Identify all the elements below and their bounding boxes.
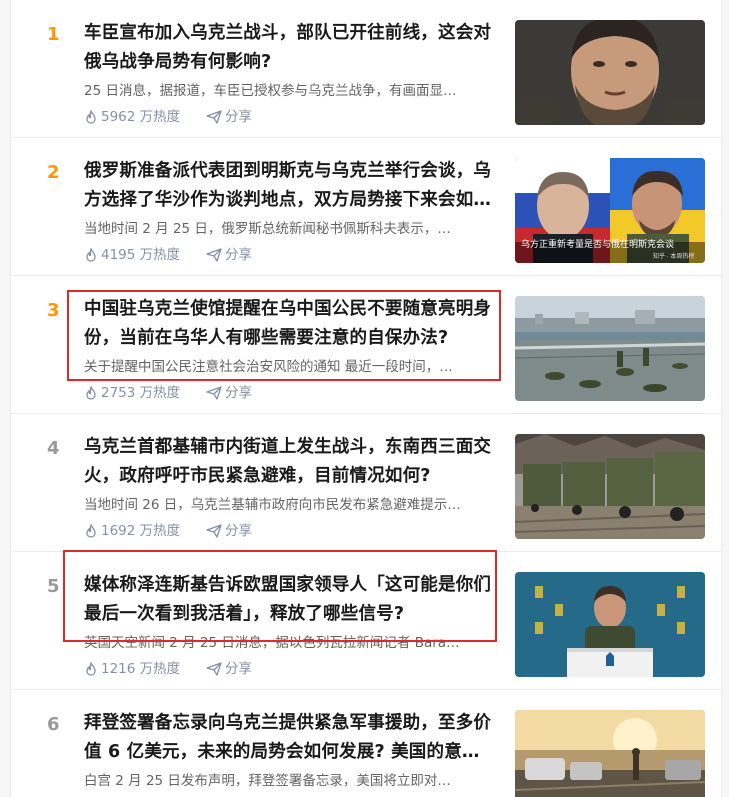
flame-icon (86, 662, 96, 676)
flame-icon (86, 386, 96, 400)
heat-stat: 4195 万热度 (84, 245, 206, 265)
share-button[interactable]: 分享 (206, 659, 252, 679)
road-sunset-thumbnail[interactable] (515, 710, 705, 797)
rank-number: 6 (47, 714, 60, 735)
item-meta: 2753 万热度 分享 (84, 383, 252, 403)
share-label: 分享 (225, 523, 252, 539)
rank-number: 4 (47, 438, 60, 459)
item-excerpt: 英国天空新闻 2 月 25 日消息，据以色列瓦拉新闻记者 Bara… (84, 635, 460, 651)
item-title[interactable]: 媒体称泽连斯基告诉欧盟国家领导人「这可能是你们最后一次看到我活着」，释放了哪些信… (84, 571, 504, 629)
flame-icon (86, 524, 96, 538)
thumb-watermark: 知乎 · 本周热榜 (653, 252, 694, 260)
item-meta: 1216 万热度 分享 (84, 659, 252, 679)
heat-value: 4195 万热度 (101, 247, 181, 263)
rank-number: 3 (47, 300, 60, 321)
soldiers-bridge-thumbnail[interactable] (515, 296, 705, 401)
heat-stat: 1216 万热度 (84, 659, 206, 679)
paper-plane-icon (206, 386, 222, 400)
paper-plane-icon (206, 248, 222, 262)
heat-stat: 2753 万热度 (84, 383, 206, 403)
heat-value: 2753 万热度 (101, 385, 181, 401)
item-title[interactable]: 乌克兰首都基辅市内街道上发生战斗，东南西三面交火，政府呼吁市民紧急避难，目前情况… (84, 433, 504, 491)
share-button[interactable]: 分享 (206, 383, 252, 403)
item-meta: 5962 万热度 分享 (84, 107, 252, 127)
item-excerpt: 25 日消息，据报道，车臣已授权参与乌克兰战争，有画面显… (84, 83, 457, 99)
list-item[interactable]: 5 媒体称泽连斯基告诉欧盟国家领导人「这可能是你们最后一次看到我活着」，释放了哪… (11, 552, 721, 690)
thumb-caption: 乌方正重新考量是否与俄在明斯克会谈 (521, 238, 674, 249)
heat-stat: 5962 万热度 (84, 107, 206, 127)
heat-value: 1692 万热度 (101, 523, 181, 539)
list-item[interactable]: 3 中国驻乌克兰使馆提醒在乌中国公民不要随意亮明身份，当前在乌华人有哪些需要注意… (11, 276, 721, 414)
item-title[interactable]: 拜登签署备忘录向乌克兰提供紧急军事援助，至多价值 6 亿美元，未来的局势会如何发… (84, 709, 504, 767)
share-label: 分享 (225, 385, 252, 401)
flame-icon (86, 110, 96, 124)
share-label: 分享 (225, 109, 252, 125)
flame-icon (86, 248, 96, 262)
list-item[interactable]: 2 俄罗斯准备派代表团到明斯克与乌克兰举行会谈，乌方选择了华沙作为谈判地点，双方… (11, 138, 721, 276)
share-label: 分享 (225, 661, 252, 677)
item-excerpt: 关于提醒中国公民注意社会治安风险的通知 最近一段时间，… (84, 359, 453, 375)
rank-number: 1 (47, 24, 60, 45)
item-excerpt: 当地时间 26 日，乌克兰基辅市政府向市民发布紧急避难提示… (84, 497, 461, 513)
two-leaders-thumbnail[interactable]: 乌方正重新考量是否与俄在明斯克会谈 知乎 · 本周热榜 (515, 158, 705, 263)
rank-number: 2 (47, 162, 60, 183)
list-item[interactable]: 6 拜登签署备忘录向乌克兰提供紧急军事援助，至多价值 6 亿美元，未来的局势会如… (11, 690, 721, 797)
item-excerpt: 白宫 2 月 25 日发布声明，拜登签署备忘录，美国将立即对… (84, 773, 451, 789)
heat-stat: 1692 万热度 (84, 521, 206, 541)
item-title[interactable]: 车臣宣布加入乌克兰战斗，部队已开往前线，这会对俄乌战争局势有何影响? (84, 19, 504, 77)
man-portrait-thumbnail[interactable] (515, 20, 705, 125)
share-label: 分享 (225, 247, 252, 263)
paper-plane-icon (206, 110, 222, 124)
share-button[interactable]: 分享 (206, 521, 252, 541)
paper-plane-icon (206, 662, 222, 676)
item-meta: 1692 万热度 分享 (84, 521, 252, 541)
rank-number: 5 (47, 576, 60, 597)
list-item[interactable]: 4 乌克兰首都基辅市内街道上发生战斗，东南西三面交火，政府呼吁市民紧急避难，目前… (11, 414, 721, 552)
share-button[interactable]: 分享 (206, 245, 252, 265)
military-trucks-thumbnail[interactable] (515, 434, 705, 539)
heat-value: 1216 万热度 (101, 661, 181, 677)
share-button[interactable]: 分享 (206, 107, 252, 127)
paper-plane-icon (206, 524, 222, 538)
speaker-podium-thumbnail[interactable] (515, 572, 705, 677)
hot-list: 1 车臣宣布加入乌克兰战斗，部队已开往前线，这会对俄乌战争局势有何影响? 25 … (10, 0, 722, 797)
item-title[interactable]: 俄罗斯准备派代表团到明斯克与乌克兰举行会谈，乌方选择了华沙作为谈判地点，双方局势… (84, 157, 504, 215)
list-item[interactable]: 1 车臣宣布加入乌克兰战斗，部队已开往前线，这会对俄乌战争局势有何影响? 25 … (11, 0, 721, 138)
item-excerpt: 当地时间 2 月 25 日，俄罗斯总统新闻秘书佩斯科夫表示，… (84, 221, 451, 237)
item-meta: 4195 万热度 分享 (84, 245, 252, 265)
item-title[interactable]: 中国驻乌克兰使馆提醒在乌中国公民不要随意亮明身份，当前在乌华人有哪些需要注意的自… (84, 295, 504, 353)
heat-value: 5962 万热度 (101, 109, 181, 125)
